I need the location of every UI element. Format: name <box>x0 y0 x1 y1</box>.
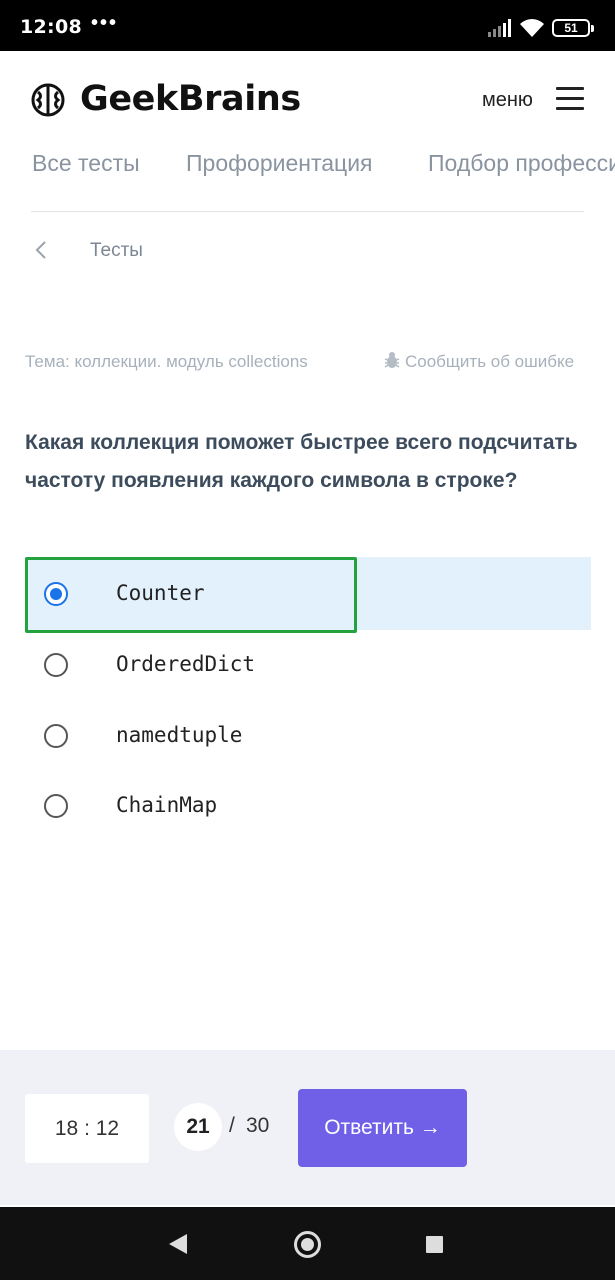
answer-option-label: namedtuple <box>116 723 243 747</box>
home-circle-icon[interactable] <box>294 1231 321 1258</box>
tab-all-tests[interactable]: Все тесты <box>32 150 140 177</box>
report-error-link[interactable]: Сообщить об ошибке <box>405 352 574 372</box>
answer-option-namedtuple[interactable]: namedtuple <box>25 701 591 772</box>
breadcrumb-tests[interactable]: Тесты <box>90 240 143 262</box>
question-topic: Тема: коллекции. модуль collections <box>25 352 308 371</box>
answer-option-counter[interactable]: Counter <box>25 557 591 633</box>
menu-label[interactable]: меню <box>482 89 533 112</box>
signal-icon <box>488 19 511 37</box>
answer-button[interactable]: Ответить → <box>298 1089 467 1167</box>
wifi-icon <box>520 19 544 37</box>
radio-button[interactable] <box>44 653 68 677</box>
timer: 18 : 12 <box>25 1094 149 1163</box>
current-question-number: 21 <box>174 1103 222 1151</box>
question-text: Какая коллекция поможет быстрее всего по… <box>25 431 578 492</box>
answer-option-label: OrderedDict <box>116 652 256 676</box>
tabs-divider <box>31 211 584 212</box>
total-questions: 30 <box>246 1114 270 1137</box>
system-nav-bar <box>0 1207 615 1280</box>
radio-button[interactable] <box>44 794 68 818</box>
status-bar: 12:08 ••• 51 <box>0 0 615 51</box>
brand-logo-text[interactable]: GeekBrains <box>80 79 301 119</box>
tabs-bar: Все тесты Профориентация Подбор професси… <box>0 150 615 190</box>
status-time: 12:08 <box>20 16 82 38</box>
radio-button-checked[interactable] <box>44 582 68 606</box>
hamburger-menu-icon[interactable] <box>556 87 584 111</box>
quiz-footer: 18 : 12 21 / 30 Ответить → <box>0 1050 615 1205</box>
back-triangle-icon[interactable] <box>169 1234 187 1254</box>
bug-icon[interactable] <box>383 351 401 369</box>
answer-option-label: Counter <box>116 581 205 605</box>
tab-profession-selection[interactable]: Подбор профессии <box>428 150 615 177</box>
battery-icon: 51 <box>552 19 594 37</box>
answer-option-ordereddict[interactable]: OrderedDict <box>25 630 591 701</box>
battery-level: 51 <box>564 21 578 35</box>
question-counter-separator: / <box>229 1114 235 1137</box>
brain-logo-icon[interactable] <box>30 82 66 118</box>
answer-option-chainmap[interactable]: ChainMap <box>25 771 591 842</box>
recent-apps-square-icon[interactable] <box>426 1236 443 1253</box>
status-more-dots: ••• <box>91 12 119 34</box>
radio-button[interactable] <box>44 724 68 748</box>
chevron-left-icon[interactable] <box>34 240 48 260</box>
tab-career-guidance[interactable]: Профориентация <box>186 150 373 177</box>
answer-option-label: ChainMap <box>116 793 218 817</box>
